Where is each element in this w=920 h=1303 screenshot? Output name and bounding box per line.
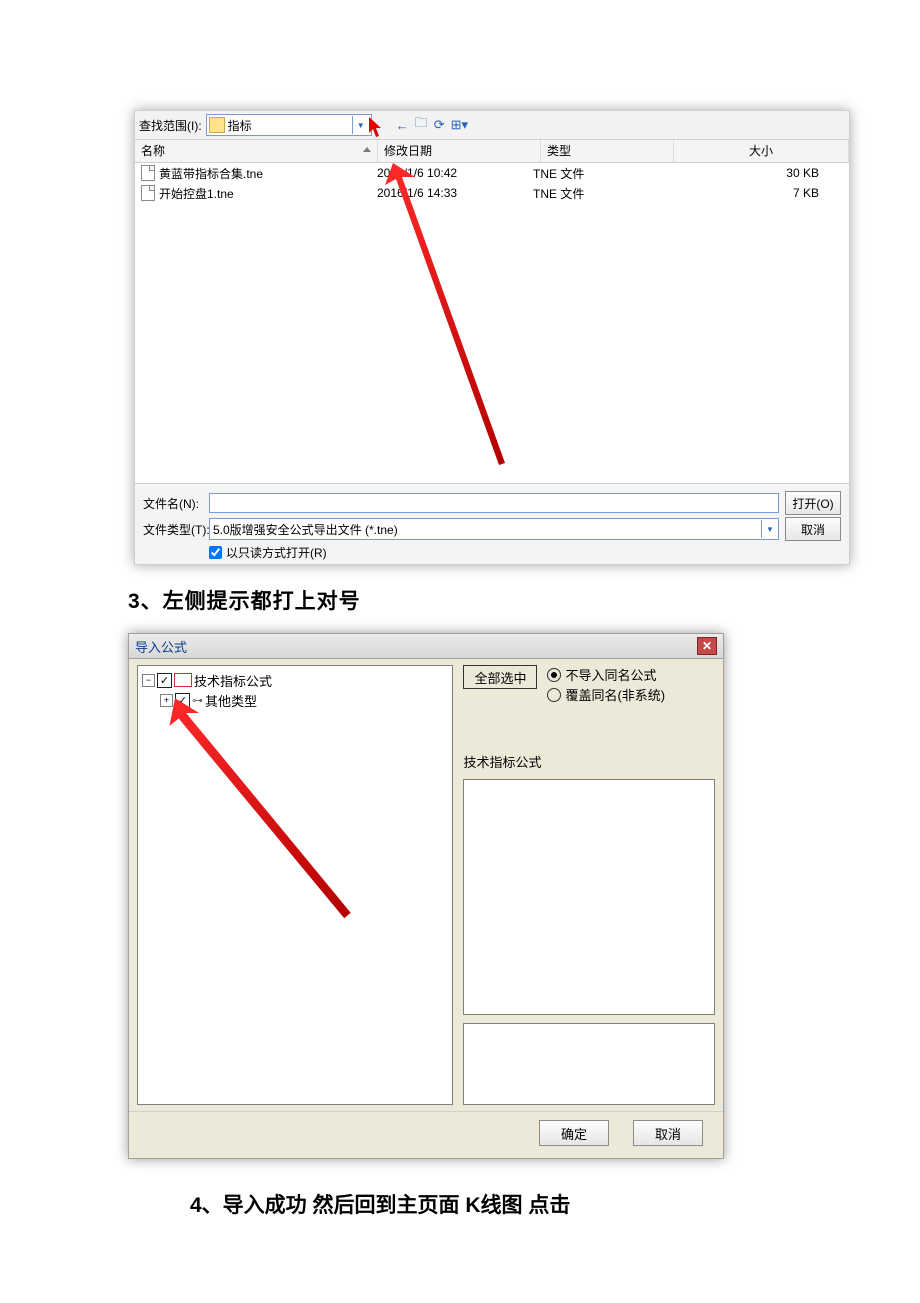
file-row[interactable]: 黄蓝带指标合集.tne 2016/1/6 10:42 TNE 文件 30 KB xyxy=(135,163,849,183)
file-open-dialog: 查找范围(I): 指标 ▼ ← 🗀 ⟳ ⊞▾ 名称 修改日期 类型 大小 黄蓝带… xyxy=(134,110,850,565)
description-box xyxy=(463,779,715,1015)
filename-label: 文件名(N): xyxy=(143,495,203,512)
folder-icon xyxy=(174,673,192,687)
lookin-row: 查找范围(I): 指标 ▼ ← 🗀 ⟳ ⊞▾ xyxy=(135,111,849,140)
radio-icon xyxy=(547,668,561,682)
select-all-button[interactable]: 全部选中 xyxy=(463,665,537,689)
views-icon[interactable]: ⊞▾ xyxy=(451,117,468,133)
file-row[interactable]: 开始控盘1.tne 2016/1/6 14:33 TNE 文件 7 KB xyxy=(135,183,849,203)
open-button[interactable]: 打开(O) xyxy=(785,491,841,515)
lookin-label: 查找范围(I): xyxy=(139,117,202,134)
tree-checkbox[interactable] xyxy=(175,693,190,708)
tree-checkbox[interactable] xyxy=(157,673,172,688)
filetype-label: 文件类型(T): xyxy=(143,521,203,538)
col-size[interactable]: 大小 xyxy=(674,140,849,162)
params-box xyxy=(463,1023,715,1105)
col-date[interactable]: 修改日期 xyxy=(378,140,541,162)
tree-label: 技术指标公式 xyxy=(194,671,272,690)
cancel-button[interactable]: 取消 xyxy=(785,517,841,541)
folder-icon xyxy=(209,117,225,133)
readonly-label: 以只读方式打开(R) xyxy=(226,544,327,561)
radio-icon xyxy=(547,688,561,702)
filetype-select[interactable]: 5.0版增强安全公式导出文件 (*.tne) ▼ xyxy=(209,518,779,540)
radio-overwrite[interactable]: 覆盖同名(非系统) xyxy=(547,685,665,704)
step4-caption: 4、导入成功 然后回到主页面 K线图 点击 xyxy=(190,1189,920,1219)
toolbar-icons: ← 🗀 ⟳ ⊞▾ xyxy=(396,114,468,136)
filename-input[interactable] xyxy=(209,493,779,513)
sort-asc-icon xyxy=(363,147,371,152)
tree-expand-icon[interactable]: + xyxy=(160,694,173,707)
ok-button[interactable]: 确定 xyxy=(539,1120,609,1146)
import-formula-dialog: 导入公式 ✕ − 技术指标公式 + ⊶ 其他类型 xyxy=(128,633,724,1159)
import-titlebar: 导入公式 ✕ xyxy=(129,634,723,659)
lookin-combo[interactable]: 指标 ▼ xyxy=(206,114,372,136)
lookin-value: 指标 xyxy=(228,117,349,134)
import-footer: 确定 取消 xyxy=(129,1111,723,1158)
col-type[interactable]: 类型 xyxy=(541,140,674,162)
radio-no-overwrite[interactable]: 不导入同名公式 xyxy=(547,665,665,684)
step3-caption: 3、左侧提示都打上对号 xyxy=(128,585,920,615)
tree-row-root[interactable]: − 技术指标公式 xyxy=(142,670,448,690)
close-button[interactable]: ✕ xyxy=(697,637,717,655)
tree-row-child[interactable]: + ⊶ 其他类型 xyxy=(142,690,448,710)
tree-label: 其他类型 xyxy=(205,691,257,710)
file-icon xyxy=(141,185,155,201)
group-label: 技术指标公式 xyxy=(463,752,715,771)
file-icon xyxy=(141,165,155,181)
readonly-checkbox[interactable] xyxy=(209,546,222,559)
file-list[interactable]: 黄蓝带指标合集.tne 2016/1/6 10:42 TNE 文件 30 KB … xyxy=(135,163,849,483)
newfolder-icon[interactable]: ⟳ xyxy=(434,117,445,133)
import-title: 导入公式 xyxy=(135,637,187,656)
up-icon[interactable]: 🗀 xyxy=(415,114,428,136)
chevron-down-icon[interactable]: ▼ xyxy=(352,116,369,134)
import-side-panel: 全部选中 不导入同名公式 覆盖同名(非系统) 技术指标公式 xyxy=(463,665,715,1105)
link-icon: ⊶ xyxy=(192,694,203,707)
chevron-down-icon[interactable]: ▼ xyxy=(761,520,778,538)
col-name[interactable]: 名称 xyxy=(135,140,378,162)
file-list-header: 名称 修改日期 类型 大小 xyxy=(135,140,849,163)
cancel-button[interactable]: 取消 xyxy=(633,1120,703,1146)
back-icon[interactable]: ← xyxy=(396,118,409,133)
bottom-fields: 文件名(N): 打开(O) 文件类型(T): 5.0版增强安全公式导出文件 (*… xyxy=(135,483,849,564)
tree-collapse-icon[interactable]: − xyxy=(142,674,155,687)
formula-tree[interactable]: − 技术指标公式 + ⊶ 其他类型 xyxy=(137,665,453,1105)
